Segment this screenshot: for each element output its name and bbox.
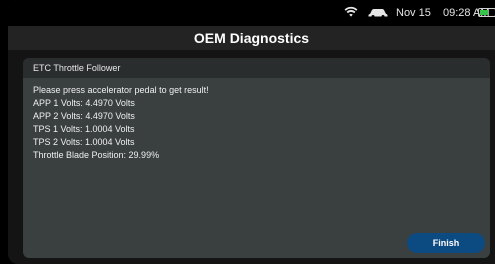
app2-volts: APP 2 Volts: 4.4970 Volts	[33, 111, 135, 121]
battery-icon	[478, 8, 495, 17]
throttle-follower-panel: ETC Throttle Follower Please press accel…	[23, 58, 490, 258]
page-title: OEM Diagnostics	[8, 26, 495, 50]
status-date: Nov 15	[396, 7, 431, 19]
throttle-blade-position: Throttle Blade Position: 29.99%	[33, 150, 160, 160]
app-screen: Nov 15 09:28 AM 60 OEM Diagnostics ETC T…	[8, 0, 495, 264]
wifi-icon	[344, 6, 358, 17]
finish-button[interactable]: Finish	[407, 233, 485, 253]
panel-title: ETC Throttle Follower	[23, 58, 490, 78]
app1-volts: APP 1 Volts: 4.4970 Volts	[33, 98, 135, 108]
tps2-volts: TPS 2 Volts: 1.0004 Volts	[33, 137, 135, 147]
panel-body: Please press accelerator pedal to get re…	[23, 78, 490, 168]
status-bar: Nov 15 09:28 AM 60	[8, 0, 495, 26]
car-icon	[368, 9, 388, 18]
battery-level	[480, 10, 489, 15]
tps1-volts: TPS 1 Volts: 1.0004 Volts	[33, 124, 135, 134]
instruction-text: Please press accelerator pedal to get re…	[33, 85, 209, 95]
